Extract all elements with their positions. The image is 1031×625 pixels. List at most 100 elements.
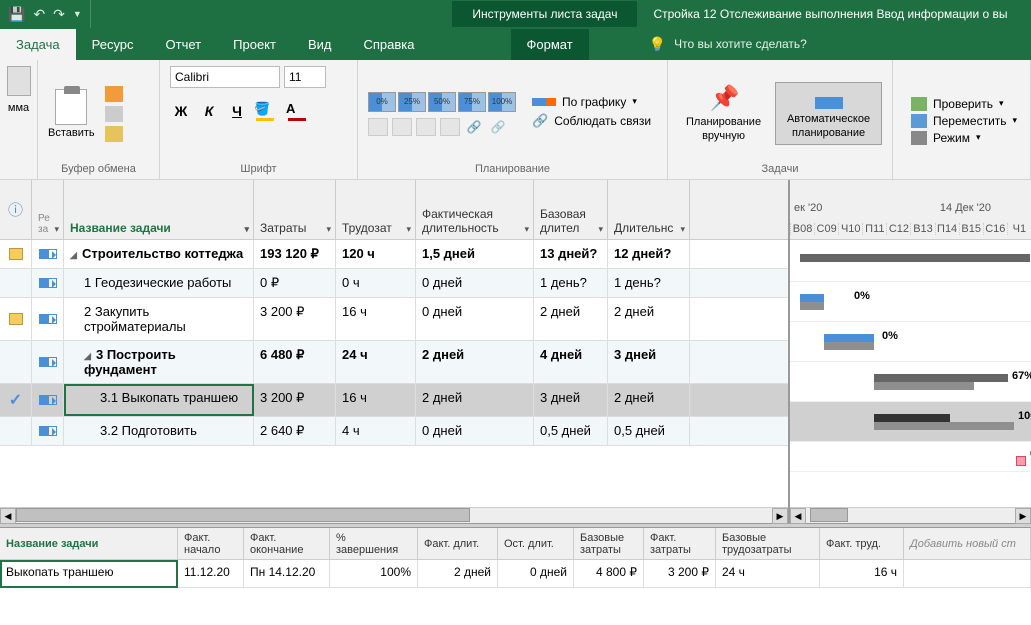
tab-report[interactable]: Отчет bbox=[150, 29, 218, 60]
cost-cell[interactable]: 3 200 ₽ bbox=[254, 298, 336, 340]
italic-button[interactable]: К bbox=[198, 100, 220, 122]
task-name-cell[interactable]: 1 Геодезические работы bbox=[64, 269, 254, 297]
dur-column-header[interactable]: Длительнс▾ bbox=[608, 180, 690, 239]
detail-basework-header[interactable]: Базовые трудозатраты bbox=[716, 528, 820, 559]
actdur-cell[interactable]: 2 дней bbox=[416, 384, 534, 416]
collapse-icon[interactable]: ◢ bbox=[70, 250, 78, 261]
basedur-cell[interactable]: 2 дней bbox=[534, 298, 608, 340]
qat-dropdown-icon[interactable]: ▼ bbox=[73, 9, 82, 19]
table-row[interactable]: 1 Геодезические работы0 ₽0 ч0 дней1 день… bbox=[0, 269, 788, 298]
cost-cell[interactable]: 193 120 ₽ bbox=[254, 240, 336, 268]
mode-button[interactable]: Режим ▾ bbox=[911, 131, 1017, 145]
move-button[interactable]: Переместить ▾ bbox=[911, 114, 1017, 128]
actdur-column-header[interactable]: Фактическая длительность▾ bbox=[416, 180, 534, 239]
scroll-right-icon[interactable]: ▶ bbox=[772, 508, 788, 524]
table-row[interactable]: 3.2 Подготовить2 640 ₽4 ч0 дней0,5 дней0… bbox=[0, 417, 788, 446]
basedur-cell[interactable]: 3 дней bbox=[534, 384, 608, 416]
format-painter-icon[interactable] bbox=[105, 126, 123, 142]
font-size-combo[interactable] bbox=[284, 66, 326, 88]
detail-actstart-header[interactable]: Факт. начало bbox=[178, 528, 244, 559]
undo-icon[interactable]: ↶ bbox=[33, 6, 45, 23]
actdur-cell[interactable]: 0 дней bbox=[416, 298, 534, 340]
detail-actdur-header[interactable]: Факт. длит. bbox=[418, 528, 498, 559]
detail-row[interactable]: Выкопать траншею 11.12.20 Пн 14.12.20 10… bbox=[0, 560, 1031, 588]
detail-actstart-cell[interactable]: 11.12.20 bbox=[178, 560, 244, 588]
tab-project[interactable]: Проект bbox=[217, 29, 292, 60]
work-cell[interactable]: 16 ч bbox=[336, 384, 416, 416]
cut-icon[interactable] bbox=[105, 86, 123, 102]
detail-actfinish-header[interactable]: Факт. окончание bbox=[244, 528, 330, 559]
tab-task[interactable]: Задача bbox=[0, 29, 76, 60]
gantt-body[interactable]: 0% 0% 67% 100% 0% bbox=[790, 240, 1031, 507]
table-row[interactable]: ✓3.1 Выкопать траншею3 200 ₽16 ч2 дней3 … bbox=[0, 384, 788, 417]
work-column-header[interactable]: Трудозат▾ bbox=[336, 180, 416, 239]
underline-button[interactable]: Ч bbox=[226, 100, 248, 122]
detail-pct-cell[interactable]: 100% bbox=[330, 560, 418, 588]
actdur-cell[interactable]: 1,5 дней bbox=[416, 240, 534, 268]
detail-basework-cell[interactable]: 24 ч bbox=[716, 560, 820, 588]
tab-resource[interactable]: Ресурс bbox=[76, 29, 150, 60]
name-column-header[interactable]: Название задачи▾ bbox=[64, 180, 254, 239]
detail-actcost-header[interactable]: Факт. затраты bbox=[644, 528, 716, 559]
detail-name-header[interactable]: Название задачи bbox=[0, 528, 178, 559]
redo-icon[interactable]: ↷ bbox=[53, 6, 65, 23]
basedur-cell[interactable]: 4 дней bbox=[534, 341, 608, 383]
respect-links-button[interactable]: 🔗 Соблюдать связи bbox=[532, 113, 651, 129]
table-row[interactable]: ◢Строительство коттеджа193 120 ₽120 ч1,5… bbox=[0, 240, 788, 269]
actdur-cell[interactable]: 0 дней bbox=[416, 269, 534, 297]
actdur-cell[interactable]: 0 дней bbox=[416, 417, 534, 445]
work-cell[interactable]: 4 ч bbox=[336, 417, 416, 445]
work-cell[interactable]: 120 ч bbox=[336, 240, 416, 268]
progress-75-button[interactable]: 75% bbox=[458, 92, 486, 112]
dur-cell[interactable]: 2 дней bbox=[608, 298, 690, 340]
paste-button[interactable]: Вставить bbox=[48, 89, 95, 139]
gantt-hscroll[interactable]: ◀ ▶ bbox=[790, 507, 1031, 523]
mode-column-header[interactable]: Ре за▾ bbox=[32, 180, 64, 239]
scroll-left-icon[interactable]: ◀ bbox=[790, 508, 806, 524]
on-schedule-button[interactable]: По графику ▾ bbox=[532, 95, 651, 109]
tab-view[interactable]: Вид bbox=[292, 29, 348, 60]
cost-cell[interactable]: 2 640 ₽ bbox=[254, 417, 336, 445]
dur-cell[interactable]: 1 день? bbox=[608, 269, 690, 297]
task-name-cell[interactable]: 2 Закупить стройматериалы bbox=[64, 298, 254, 340]
progress-100-button[interactable]: 100% bbox=[488, 92, 516, 112]
actdur-cell[interactable]: 2 дней bbox=[416, 341, 534, 383]
bold-button[interactable]: Ж bbox=[170, 100, 192, 122]
basedur-cell[interactable]: 1 день? bbox=[534, 269, 608, 297]
font-name-combo[interactable] bbox=[170, 66, 280, 88]
table-hscroll[interactable]: ◀ ▶ bbox=[0, 507, 788, 523]
cost-column-header[interactable]: Затраты▾ bbox=[254, 180, 336, 239]
more-button[interactable] bbox=[440, 118, 460, 136]
font-color-button[interactable]: А bbox=[286, 101, 312, 121]
cost-cell[interactable]: 3 200 ₽ bbox=[254, 384, 336, 416]
tell-me-search[interactable]: 💡 Что вы хотите сделать? bbox=[649, 36, 807, 53]
inspect-button[interactable]: Проверить ▾ bbox=[911, 97, 1017, 111]
scroll-thumb[interactable] bbox=[16, 508, 470, 522]
table-row[interactable]: 2 Закупить стройматериалы3 200 ₽16 ч0 дн… bbox=[0, 298, 788, 341]
detail-addcolumn-header[interactable]: Добавить новый ст bbox=[904, 528, 1031, 559]
dur-cell[interactable]: 12 дней? bbox=[608, 240, 690, 268]
basedur-cell[interactable]: 13 дней? bbox=[534, 240, 608, 268]
link-button[interactable]: 🔗 bbox=[464, 118, 484, 136]
detail-actwork-header[interactable]: Факт. труд. bbox=[820, 528, 904, 559]
detail-empty-cell[interactable] bbox=[904, 560, 1031, 588]
work-cell[interactable]: 16 ч bbox=[336, 298, 416, 340]
work-cell[interactable]: 24 ч bbox=[336, 341, 416, 383]
detail-actfinish-cell[interactable]: Пн 14.12.20 bbox=[244, 560, 330, 588]
progress-50-button[interactable]: 50% bbox=[428, 92, 456, 112]
detail-basecost-header[interactable]: Базовые затраты bbox=[574, 528, 644, 559]
task-name-cell[interactable]: ◢Строительство коттеджа bbox=[64, 240, 254, 268]
detail-actwork-cell[interactable]: 16 ч bbox=[820, 560, 904, 588]
dur-cell[interactable]: 0,5 дней bbox=[608, 417, 690, 445]
outdent-button[interactable] bbox=[368, 118, 388, 136]
detail-actdur-cell[interactable]: 2 дней bbox=[418, 560, 498, 588]
basedur-column-header[interactable]: Базовая длител▾ bbox=[534, 180, 608, 239]
cost-cell[interactable]: 0 ₽ bbox=[254, 269, 336, 297]
detail-name-cell[interactable]: Выкопать траншею bbox=[0, 560, 178, 588]
save-icon[interactable]: 💾 bbox=[8, 6, 25, 23]
unlink-button[interactable]: 🔗 bbox=[488, 118, 508, 136]
detail-basecost-cell[interactable]: 4 800 ₽ bbox=[574, 560, 644, 588]
progress-0-button[interactable]: 0% bbox=[368, 92, 396, 112]
auto-schedule-button[interactable]: Автоматическое планирование bbox=[775, 82, 882, 144]
copy-icon[interactable] bbox=[105, 106, 123, 122]
